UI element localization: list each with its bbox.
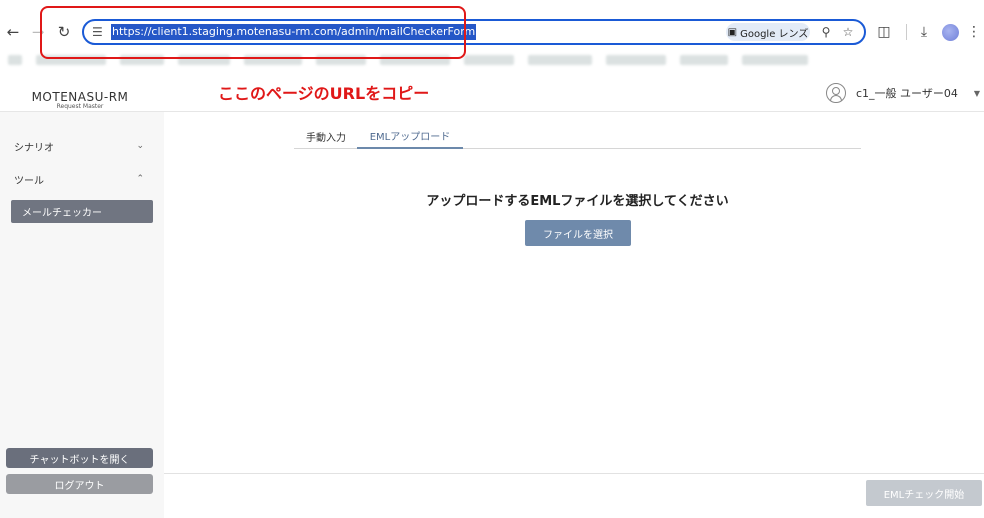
tab-eml-upload[interactable]: EMLアップロード (357, 124, 463, 149)
app-logo[interactable]: MOTENASU-RM Request Master (30, 90, 130, 110)
logo-main-text: MOTENASU-RM (31, 90, 129, 104)
menu-icon[interactable]: ⋮ (964, 22, 984, 42)
annotation-highlight-box (40, 6, 466, 59)
extensions-icon[interactable]: ◫ (874, 22, 894, 42)
tab-manual-input[interactable]: 手動入力 (298, 124, 354, 149)
logout-button[interactable]: ログアウト (6, 474, 153, 494)
lens-icon: ▣ (727, 26, 738, 38)
sidebar-group-label: ツール (14, 175, 44, 187)
user-menu[interactable]: c1_一般 ユーザー04 ▼ (826, 82, 980, 104)
upload-prompt: アップロードするEMLファイルを選択してください (426, 194, 729, 209)
select-file-button[interactable]: ファイルを選択 (525, 220, 631, 246)
app-header: MOTENASU-RM Request Master ここのページのURLをコピ… (0, 76, 984, 112)
sidebar-group-scenario[interactable]: シナリオ ⌄ (0, 135, 164, 157)
star-icon[interactable]: ☆ (840, 24, 856, 40)
start-eml-check-button[interactable]: EMLチェック開始 (866, 480, 982, 506)
back-icon[interactable]: ← (3, 22, 23, 42)
chevron-down-icon: ⌄ (136, 141, 144, 151)
chevron-down-icon: ▼ (973, 88, 980, 98)
lens-label: Google レンズ (740, 28, 809, 40)
download-icon[interactable]: ⤓ (914, 22, 934, 42)
zoom-icon[interactable]: ⚲ (818, 24, 834, 40)
chevron-up-icon: ⌃ (136, 174, 144, 184)
profile-avatar[interactable] (942, 24, 959, 41)
sidebar-item-mail-checker[interactable]: メールチェッカー (11, 200, 153, 223)
user-icon (826, 83, 846, 103)
annotation-text: ここのページのURLをコピー (218, 84, 430, 103)
sidebar-group-tools[interactable]: ツール ⌃ (0, 168, 164, 190)
toolbar-divider (906, 24, 907, 40)
input-mode-tabs: 手動入力 EMLアップロード (294, 124, 861, 149)
user-name: c1_一般 ユーザー04 (856, 87, 958, 100)
browser-chrome: ← → ↻ ☰ https://client1.staging.motenasu… (0, 0, 984, 76)
sidebar-group-label: シナリオ (14, 142, 54, 154)
open-chatbot-button[interactable]: チャットボットを開く (6, 448, 153, 468)
footer-bar (164, 473, 984, 518)
sidebar: シナリオ ⌄ ツール ⌃ メールチェッカー チャットボットを開く ログアウト (0, 112, 164, 518)
google-lens-button[interactable]: ▣ Google レンズ (726, 23, 810, 41)
logo-sub-text: Request Master (56, 103, 104, 110)
